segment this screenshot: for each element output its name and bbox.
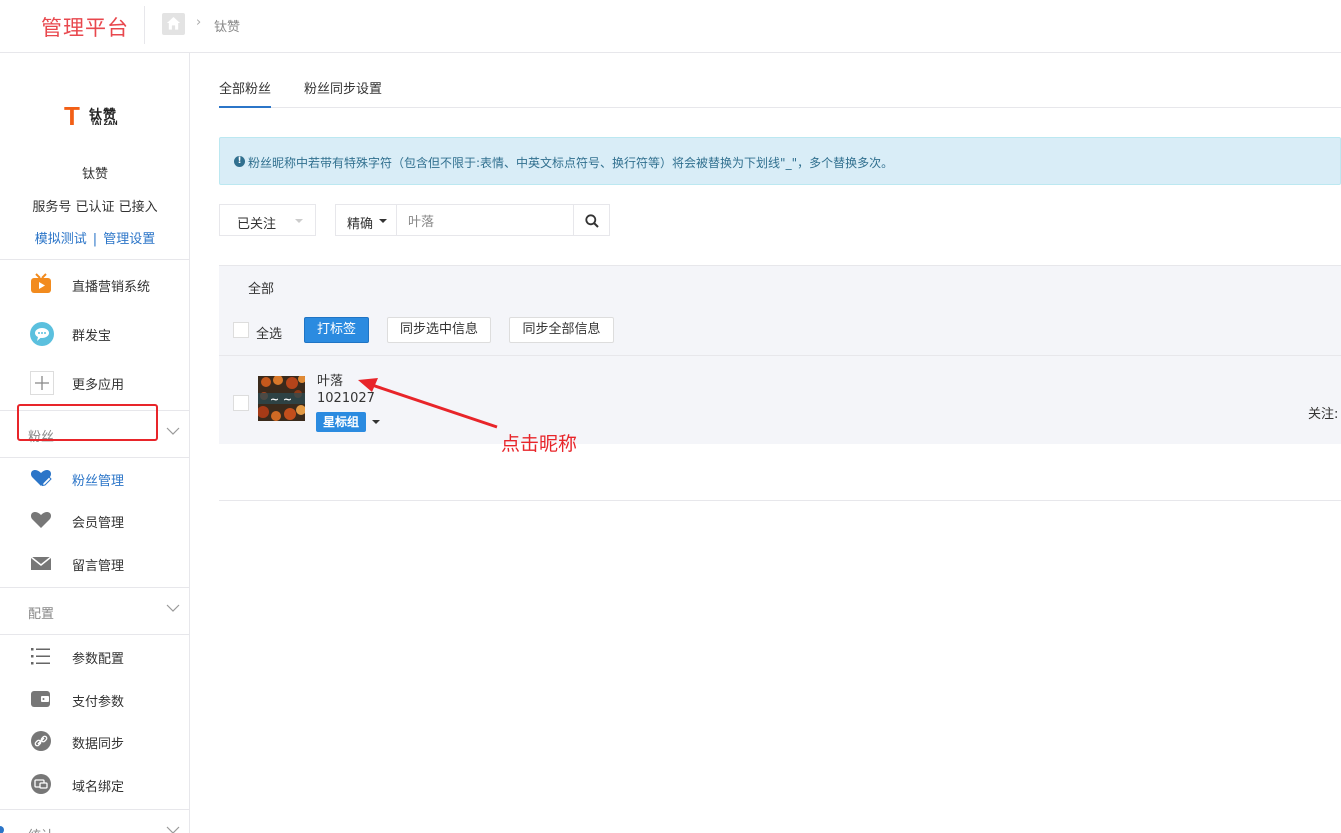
sidebar-item-label: 会员管理: [72, 516, 125, 531]
fan-nickname[interactable]: 叶落: [317, 370, 343, 389]
chevron-down-icon: [166, 824, 180, 833]
heart-icon: [30, 509, 52, 531]
brand-title[interactable]: 管理平台: [41, 12, 129, 42]
logo-t-icon: T: [64, 101, 80, 131]
link-separator: |: [92, 232, 98, 247]
section-label: 配置: [28, 607, 55, 622]
sidebar-item-label: 留言管理: [72, 559, 125, 574]
annotation-text: 点击昵称: [501, 433, 578, 455]
breadcrumb-chevron-icon: ›: [196, 15, 202, 30]
search-input[interactable]: [397, 204, 574, 236]
top-bar: 管理平台 › 钛赞: [0, 0, 1341, 53]
section-config[interactable]: 配置: [0, 591, 190, 631]
follow-status-select[interactable]: 已关注: [219, 204, 316, 236]
sidebar-item-label: 支付参数: [72, 695, 125, 710]
sidebar-item-payment-params[interactable]: 支付参数: [0, 679, 190, 719]
sidebar-item-more-apps[interactable]: 更多应用: [0, 362, 190, 402]
section-stats[interactable]: 统计: [0, 813, 190, 833]
account-links: 模拟测试 | 管理设置: [0, 228, 190, 247]
fan-id: 1021027: [317, 391, 375, 406]
simulate-test-link[interactable]: 模拟测试: [35, 232, 87, 247]
main-content: 全部粉丝 粉丝同步设置 ! 粉丝昵称中若带有特殊字符（包含但不限于:表情、中英文…: [190, 53, 1341, 833]
sidebar-item-fan-management[interactable]: 粉丝管理: [0, 458, 190, 498]
manage-settings-link[interactable]: 管理设置: [103, 232, 155, 247]
select-value: 精确: [347, 217, 374, 232]
divider: [144, 6, 145, 44]
sidebar: T 钛赞 TAI ZAN 钛赞 服务号 已认证 已接入 模拟测试 | 管理设置 直播…: [0, 53, 190, 833]
select-all-checkbox[interactable]: [233, 322, 249, 338]
active-indicator: [0, 826, 4, 833]
sync-all-button[interactable]: 同步全部信息: [509, 317, 614, 343]
tab-all-fans[interactable]: 全部粉丝: [219, 78, 272, 108]
svg-text:~ ~: ~ ~: [270, 393, 292, 406]
account-status: 服务号 已认证 已接入: [32, 200, 158, 215]
link-icon: [30, 730, 52, 752]
group-badge[interactable]: 星标组: [316, 412, 367, 432]
envelope-icon: [30, 552, 52, 574]
sync-selected-button[interactable]: 同步选中信息: [387, 317, 491, 343]
sidebar-item-domain-binding[interactable]: 域名绑定: [0, 764, 190, 804]
sidebar-item-label: 粉丝管理: [72, 474, 125, 489]
sidebar-item-label: 数据同步: [72, 737, 125, 752]
sidebar-item-label: 参数配置: [72, 652, 125, 667]
sidebar-item-label: 域名绑定: [72, 780, 125, 795]
follow-time-label: 关注:: [1308, 407, 1339, 422]
divider: [0, 587, 190, 588]
breadcrumb-current: 钛赞: [214, 20, 241, 35]
section-label: 统计: [28, 825, 54, 833]
sidebar-item-data-sync[interactable]: 数据同步: [0, 721, 190, 761]
fan-list-panel: 全部 全选 打标签 同步选中信息 同步全部信息 ~ ~ 叶落 1021027 星…: [219, 265, 1341, 444]
avatar[interactable]: ~ ~: [258, 376, 305, 421]
divider: [0, 809, 190, 810]
account-name: 钛赞: [81, 167, 108, 182]
chevron-down-icon: [166, 425, 180, 440]
live-tv-icon: [30, 273, 52, 295]
sidebar-item-live-marketing[interactable]: 直播营销系统: [0, 264, 190, 304]
sidebar-item-label: 群发宝: [72, 329, 112, 344]
group-filter-all[interactable]: 全部: [248, 278, 274, 297]
logo-subtext: TAI ZAN: [91, 120, 118, 127]
caret-down-icon: [295, 219, 303, 223]
sidebar-item-group-send[interactable]: 群发宝: [0, 313, 190, 353]
list-icon: [30, 645, 52, 667]
caret-down-icon[interactable]: [372, 420, 380, 424]
notice-text: 粉丝昵称中若带有特殊字符（包含但不限于:表情、中英文标点符号、换行符等）将会被替…: [248, 156, 894, 170]
domain-icon: [30, 773, 52, 795]
tab-fan-sync-settings[interactable]: 粉丝同步设置: [304, 78, 382, 106]
select-value: 已关注: [237, 217, 277, 232]
sidebar-item-label: 更多应用: [72, 378, 125, 393]
chevron-down-icon: [166, 602, 180, 617]
account-logo: T 钛赞 TAI ZAN: [64, 103, 126, 129]
highlight-box: [17, 404, 158, 441]
chat-bubble-icon: [30, 322, 54, 346]
caret-down-icon: [379, 219, 387, 223]
wallet-icon: [30, 688, 52, 710]
divider: [0, 634, 190, 635]
tab-bar: 全部粉丝 粉丝同步设置: [219, 53, 1341, 108]
tag-button[interactable]: 打标签: [304, 317, 369, 343]
plus-icon: [30, 371, 54, 395]
match-mode-dropdown[interactable]: 精确: [335, 204, 397, 236]
divider: [0, 259, 190, 260]
search-button[interactable]: [573, 204, 610, 236]
sidebar-item-param-config[interactable]: 参数配置: [0, 636, 190, 676]
sidebar-item-member-management[interactable]: 会员管理: [0, 500, 190, 540]
home-icon[interactable]: [162, 13, 185, 35]
fan-row: ~ ~ 叶落 1021027 星标组 关注:: [219, 355, 1341, 444]
info-icon: !: [234, 156, 245, 167]
row-checkbox[interactable]: [233, 395, 249, 411]
sidebar-item-label: 直播营销系统: [72, 280, 151, 295]
list-footer: [219, 443, 1341, 501]
sidebar-item-message-management[interactable]: 留言管理: [0, 543, 190, 583]
heart-edit-icon: [30, 467, 52, 489]
notice-alert: ! 粉丝昵称中若带有特殊字符（包含但不限于:表情、中英文标点符号、换行符等）将会…: [219, 137, 1341, 185]
select-all-label[interactable]: 全选: [256, 323, 282, 342]
search-icon: [585, 214, 599, 228]
